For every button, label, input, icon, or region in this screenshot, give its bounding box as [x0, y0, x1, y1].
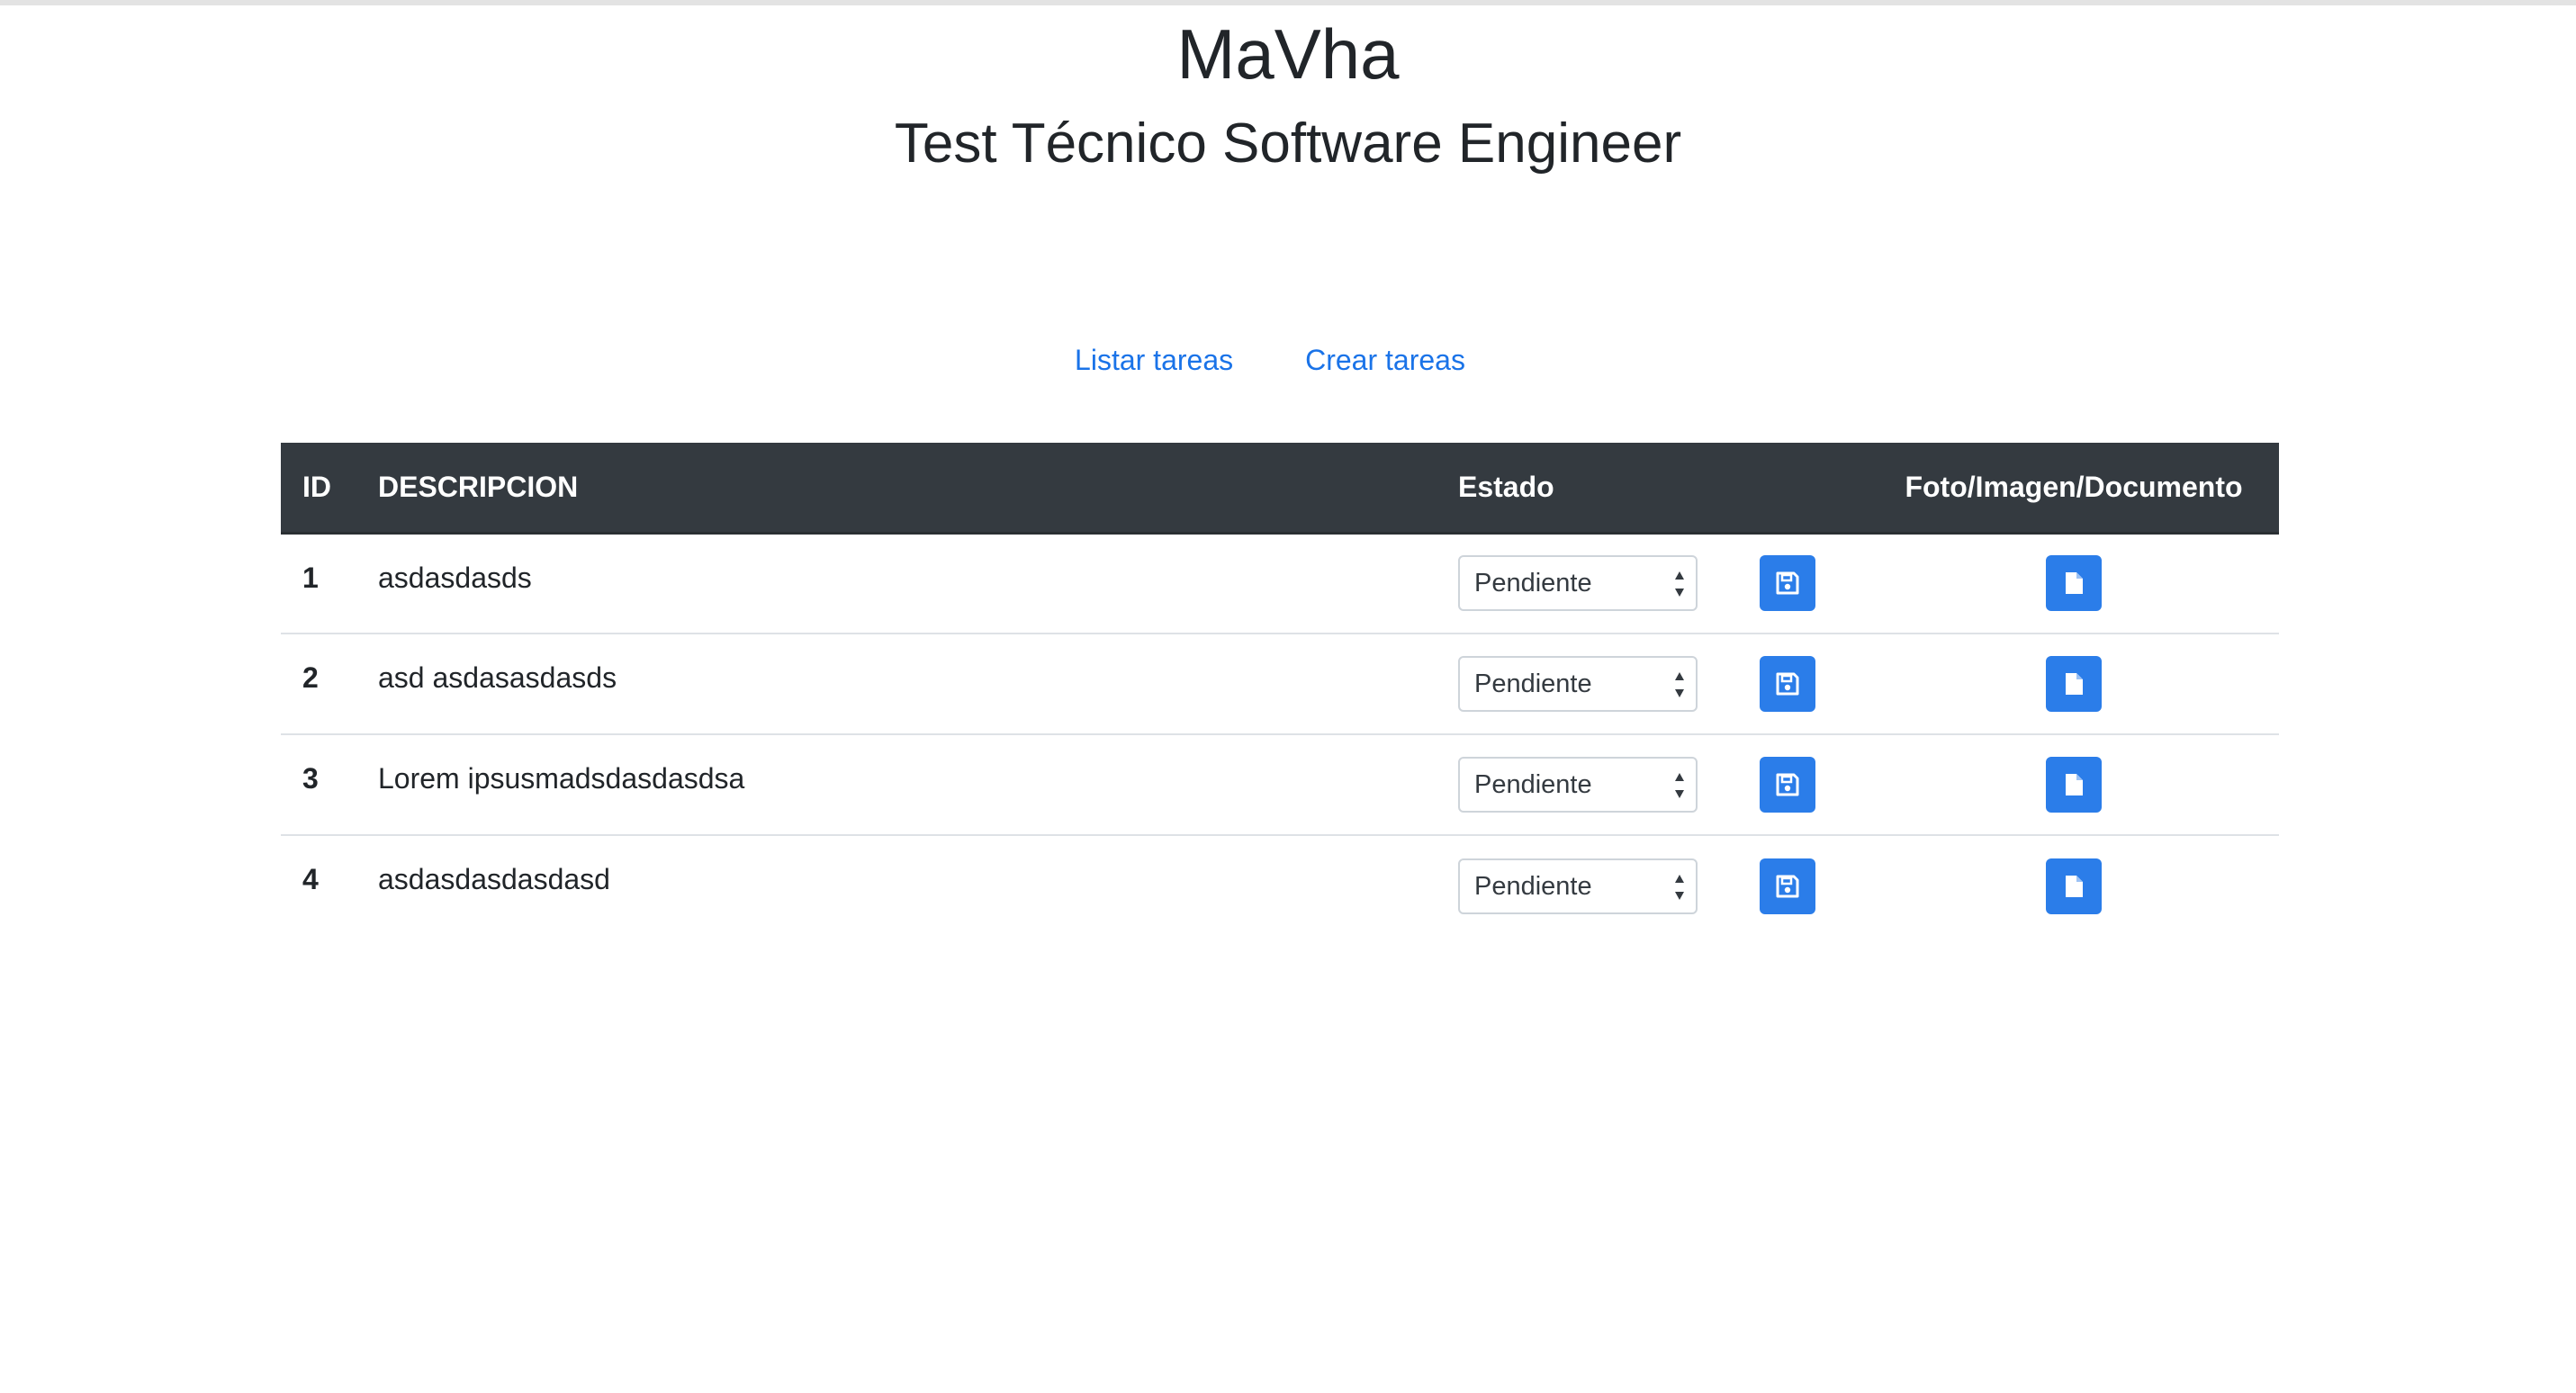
row-id: 1	[281, 533, 356, 634]
table-header: ID DESCRIPCION Estado Foto/Imagen/Docume…	[281, 443, 2279, 535]
save-button[interactable]	[1760, 656, 1815, 712]
floppy-disk-icon	[1776, 875, 1799, 897]
save-button[interactable]	[1760, 757, 1815, 813]
top-border	[0, 0, 2576, 5]
row-description: Lorem ipsusmadsdasdasdsa	[356, 734, 1437, 836]
save-button[interactable]	[1760, 555, 1815, 612]
file-icon	[2066, 875, 2083, 897]
select-arrows-icon	[1675, 571, 1684, 598]
page-subtitle: Test Técnico Software Engineer	[894, 112, 1682, 175]
app-title: MaVha	[1176, 14, 1400, 94]
estado-select[interactable]: Pendiente	[1458, 656, 1698, 712]
page-header: MaVha Test Técnico Software Engineer	[0, 7, 2576, 187]
table-row: 2 asd asdasasdasds Pendiente	[281, 634, 2279, 735]
file-icon	[2066, 572, 2083, 595]
row-description: asdasdasdasdasd	[378, 863, 610, 895]
tasks-table: ID DESCRIPCION Estado Foto/Imagen/Docume…	[281, 443, 2279, 936]
table-row: 1 asdasdasds Pendiente	[281, 533, 2279, 634]
nav-list-tasks-link[interactable]: Listar tareas	[1075, 333, 1233, 387]
column-header-id: ID	[281, 443, 356, 535]
main-nav: Listar tareas Crear tareas	[0, 333, 2540, 387]
estado-select[interactable]: Pendiente	[1458, 858, 1698, 914]
table-body: 1 asdasdasds Pendiente 2 asd asdasasdasd…	[281, 533, 2279, 936]
column-header-save	[1707, 443, 1869, 535]
row-id: 4	[302, 863, 319, 895]
row-id: 3	[281, 734, 356, 836]
floppy-disk-icon	[1776, 571, 1799, 595]
row-description: asd asdasasdasds	[356, 634, 1437, 735]
file-button[interactable]	[2046, 858, 2102, 914]
row-id: 2	[281, 634, 356, 735]
estado-select[interactable]: Pendiente	[1458, 757, 1698, 813]
row-description: asdasdasds	[356, 533, 1437, 634]
file-button[interactable]	[2046, 656, 2102, 712]
file-button[interactable]	[2046, 555, 2102, 612]
select-arrows-icon	[1675, 672, 1684, 697]
file-icon	[2066, 673, 2083, 695]
table-row: 4 asdasdasdasdasd Pendiente	[281, 835, 2279, 936]
estado-select-value: Pendiente	[1474, 569, 1592, 598]
column-header-description: DESCRIPCION	[356, 443, 1437, 535]
file-button[interactable]	[2046, 757, 2102, 813]
estado-select[interactable]: Pendiente	[1458, 555, 1698, 612]
column-header-file: Foto/Imagen/Documento	[1869, 443, 2279, 535]
select-arrows-icon	[1675, 773, 1684, 798]
floppy-disk-icon	[1776, 672, 1799, 696]
estado-select-value: Pendiente	[1474, 871, 1592, 901]
column-header-estado: Estado	[1437, 443, 1707, 535]
save-button[interactable]	[1760, 858, 1815, 914]
estado-select-value: Pendiente	[1474, 770, 1592, 799]
nav-create-tasks-link[interactable]: Crear tareas	[1305, 333, 1465, 387]
table-row: 3 Lorem ipsusmadsdasdasdsa Pendiente	[281, 734, 2279, 836]
floppy-disk-icon	[1776, 773, 1799, 796]
select-arrows-icon	[1675, 874, 1684, 900]
estado-select-value: Pendiente	[1474, 670, 1592, 698]
file-icon	[2066, 774, 2083, 795]
